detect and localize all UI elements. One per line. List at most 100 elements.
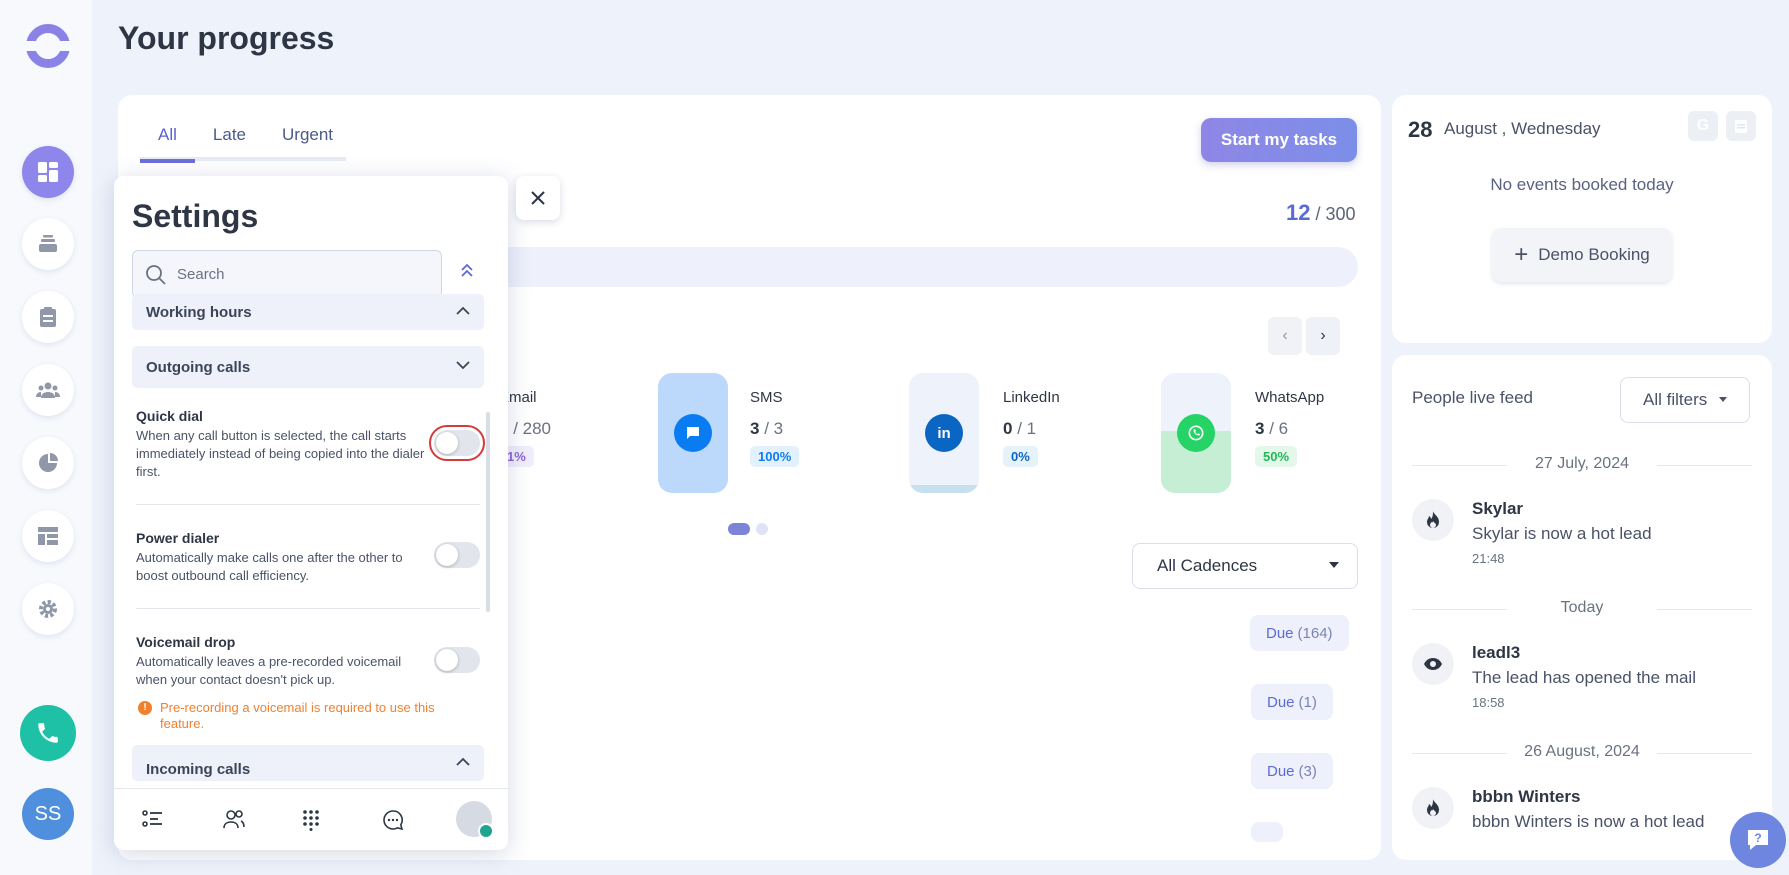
due-button[interactable] <box>1251 822 1283 842</box>
dialer-user-avatar[interactable] <box>456 801 494 839</box>
section-incoming-calls[interactable]: Incoming calls <box>132 745 484 781</box>
option-desc-quick-dial: When any call button is selected, the ca… <box>136 428 425 479</box>
settings-panel: Settings Search Working hours Outgoing c… <box>114 176 508 850</box>
channel-count: 3 / 3 <box>750 419 784 438</box>
contacts-icon[interactable] <box>222 809 246 834</box>
search-placeholder: Search <box>177 265 225 283</box>
channel-fill-box: in <box>909 373 979 493</box>
filters-label: All filters <box>1643 390 1708 409</box>
channel-percent: 100% <box>750 446 800 467</box>
tab-all[interactable]: All <box>140 125 195 163</box>
quick-dial-toggle[interactable] <box>429 425 485 461</box>
help-chat-icon[interactable]: ? <box>1730 812 1786 868</box>
collapse-all-icon[interactable] <box>460 262 474 283</box>
carousel-dot[interactable] <box>756 523 768 535</box>
chevron-right-icon[interactable]: › <box>1306 317 1340 355</box>
google-calendar-icon[interactable]: G <box>1688 111 1718 141</box>
calendar-day: 28 <box>1408 117 1433 142</box>
feed-item-name[interactable]: bbbn Winters <box>1472 787 1580 807</box>
app-logo[interactable] <box>23 24 73 68</box>
option-title-quick-dial: Quick dial <box>136 408 203 424</box>
settings-search-input[interactable]: Search <box>132 250 442 298</box>
demo-booking-button[interactable]: + Demo Booking <box>1492 228 1672 282</box>
start-my-tasks-button[interactable]: Start my tasks <box>1201 118 1357 162</box>
channel-name: LinkedIn <box>1003 389 1060 406</box>
phone-icon[interactable] <box>20 705 76 761</box>
close-icon[interactable] <box>516 176 560 220</box>
feed-item-name[interactable]: leadl3 <box>1472 643 1520 663</box>
divider <box>136 608 480 609</box>
eye-icon <box>1412 643 1454 685</box>
page-title: Your progress <box>118 20 335 56</box>
progress-bar <box>448 247 1358 287</box>
carousel-dot[interactable] <box>728 523 750 535</box>
feed-date-separator: 27 July, 2024 <box>1412 455 1752 473</box>
settings-scrollbar[interactable] <box>486 412 490 612</box>
due-button[interactable]: Due (3) <box>1251 753 1333 789</box>
task-list-icon[interactable] <box>142 809 164 834</box>
chat-icon[interactable] <box>382 809 404 836</box>
chat-bubble-icon <box>674 414 712 452</box>
all-filters-dropdown[interactable]: All filters <box>1620 377 1750 423</box>
channel-fill-box <box>658 373 728 493</box>
feed-item-text: bbbn Winters is now a hot lead <box>1472 812 1705 831</box>
feed-item-time: 21:48 <box>1472 551 1505 566</box>
pie-chart-icon[interactable] <box>22 437 74 489</box>
dashboard-icon[interactable] <box>22 146 74 198</box>
people-live-feed: People live feed All filters 27 July, 20… <box>1392 355 1772 860</box>
power-dialer-toggle[interactable] <box>434 542 480 568</box>
tab-late[interactable]: Late <box>195 125 264 163</box>
cadence-select[interactable]: All Cadences <box>1132 543 1358 589</box>
clipboard-icon[interactable] <box>1726 111 1756 141</box>
voicemail-warning: ! Pre-recording a voicemail is required … <box>138 700 458 732</box>
people-icon[interactable] <box>22 364 74 416</box>
no-events-message: No events booked today <box>1490 175 1674 194</box>
option-desc-voicemail-drop: Automatically leaves a pre-recorded voic… <box>136 654 402 687</box>
chevron-up-icon <box>456 306 470 315</box>
section-working-hours[interactable]: Working hours <box>132 294 484 330</box>
feed-title: People live feed <box>1412 388 1533 407</box>
feed-item-text: Skylar is now a hot lead <box>1472 524 1652 543</box>
feed-item-time: 18:58 <box>1472 695 1505 710</box>
due-button[interactable]: Due (164) <box>1250 615 1349 651</box>
chevron-up-icon <box>456 757 470 766</box>
caret-down-icon <box>1719 397 1727 402</box>
voicemail-drop-toggle[interactable] <box>434 647 480 673</box>
feed-item-text: The lead has opened the mail <box>1472 668 1696 687</box>
gear-icon[interactable] <box>22 583 74 635</box>
caret-down-icon <box>1329 562 1339 568</box>
layout-icon[interactable] <box>22 510 74 562</box>
feed-date-separator: Today <box>1412 599 1752 617</box>
due-button[interactable]: Due (1) <box>1251 684 1333 720</box>
clipboard-tasks-icon[interactable] <box>22 291 74 343</box>
section-outgoing-calls[interactable]: Outgoing calls <box>132 346 484 388</box>
chevron-left-icon[interactable]: ‹ <box>1268 317 1302 355</box>
tasks-total: / 300 <box>1315 204 1356 224</box>
channel-fill <box>909 485 979 493</box>
feed-date-separator: 26 August, 2024 <box>1412 743 1752 761</box>
section-label: Outgoing calls <box>146 358 251 376</box>
linkedin-icon: in <box>925 414 963 452</box>
left-nav-rail: SS <box>0 0 92 875</box>
option-title-voicemail-drop: Voicemail drop <box>136 634 236 650</box>
dialpad-icon[interactable] <box>302 809 320 836</box>
channel-name: SMS <box>750 389 783 406</box>
carousel-dots <box>728 523 768 535</box>
task-count: 12 / 300 <box>1286 200 1356 226</box>
channel-name: WhatsApp <box>1255 389 1325 406</box>
channel-fill-box <box>1161 373 1231 493</box>
demo-booking-label: Demo Booking <box>1538 245 1650 264</box>
divider <box>136 504 480 505</box>
search-icon <box>146 265 166 285</box>
plus-icon: + <box>1514 241 1529 268</box>
feed-item-name[interactable]: Skylar <box>1472 499 1523 519</box>
section-label: Incoming calls <box>146 760 251 778</box>
warning-icon: ! <box>138 701 152 715</box>
fire-icon <box>1412 787 1454 829</box>
tab-urgent[interactable]: Urgent <box>264 125 351 163</box>
settings-title: Settings <box>132 198 259 234</box>
voicemail-warning-text: Pre-recording a voicemail is required to… <box>160 700 435 731</box>
user-avatar[interactable]: SS <box>22 788 74 840</box>
inbox-stack-icon[interactable] <box>22 218 74 270</box>
fire-icon <box>1412 499 1454 541</box>
